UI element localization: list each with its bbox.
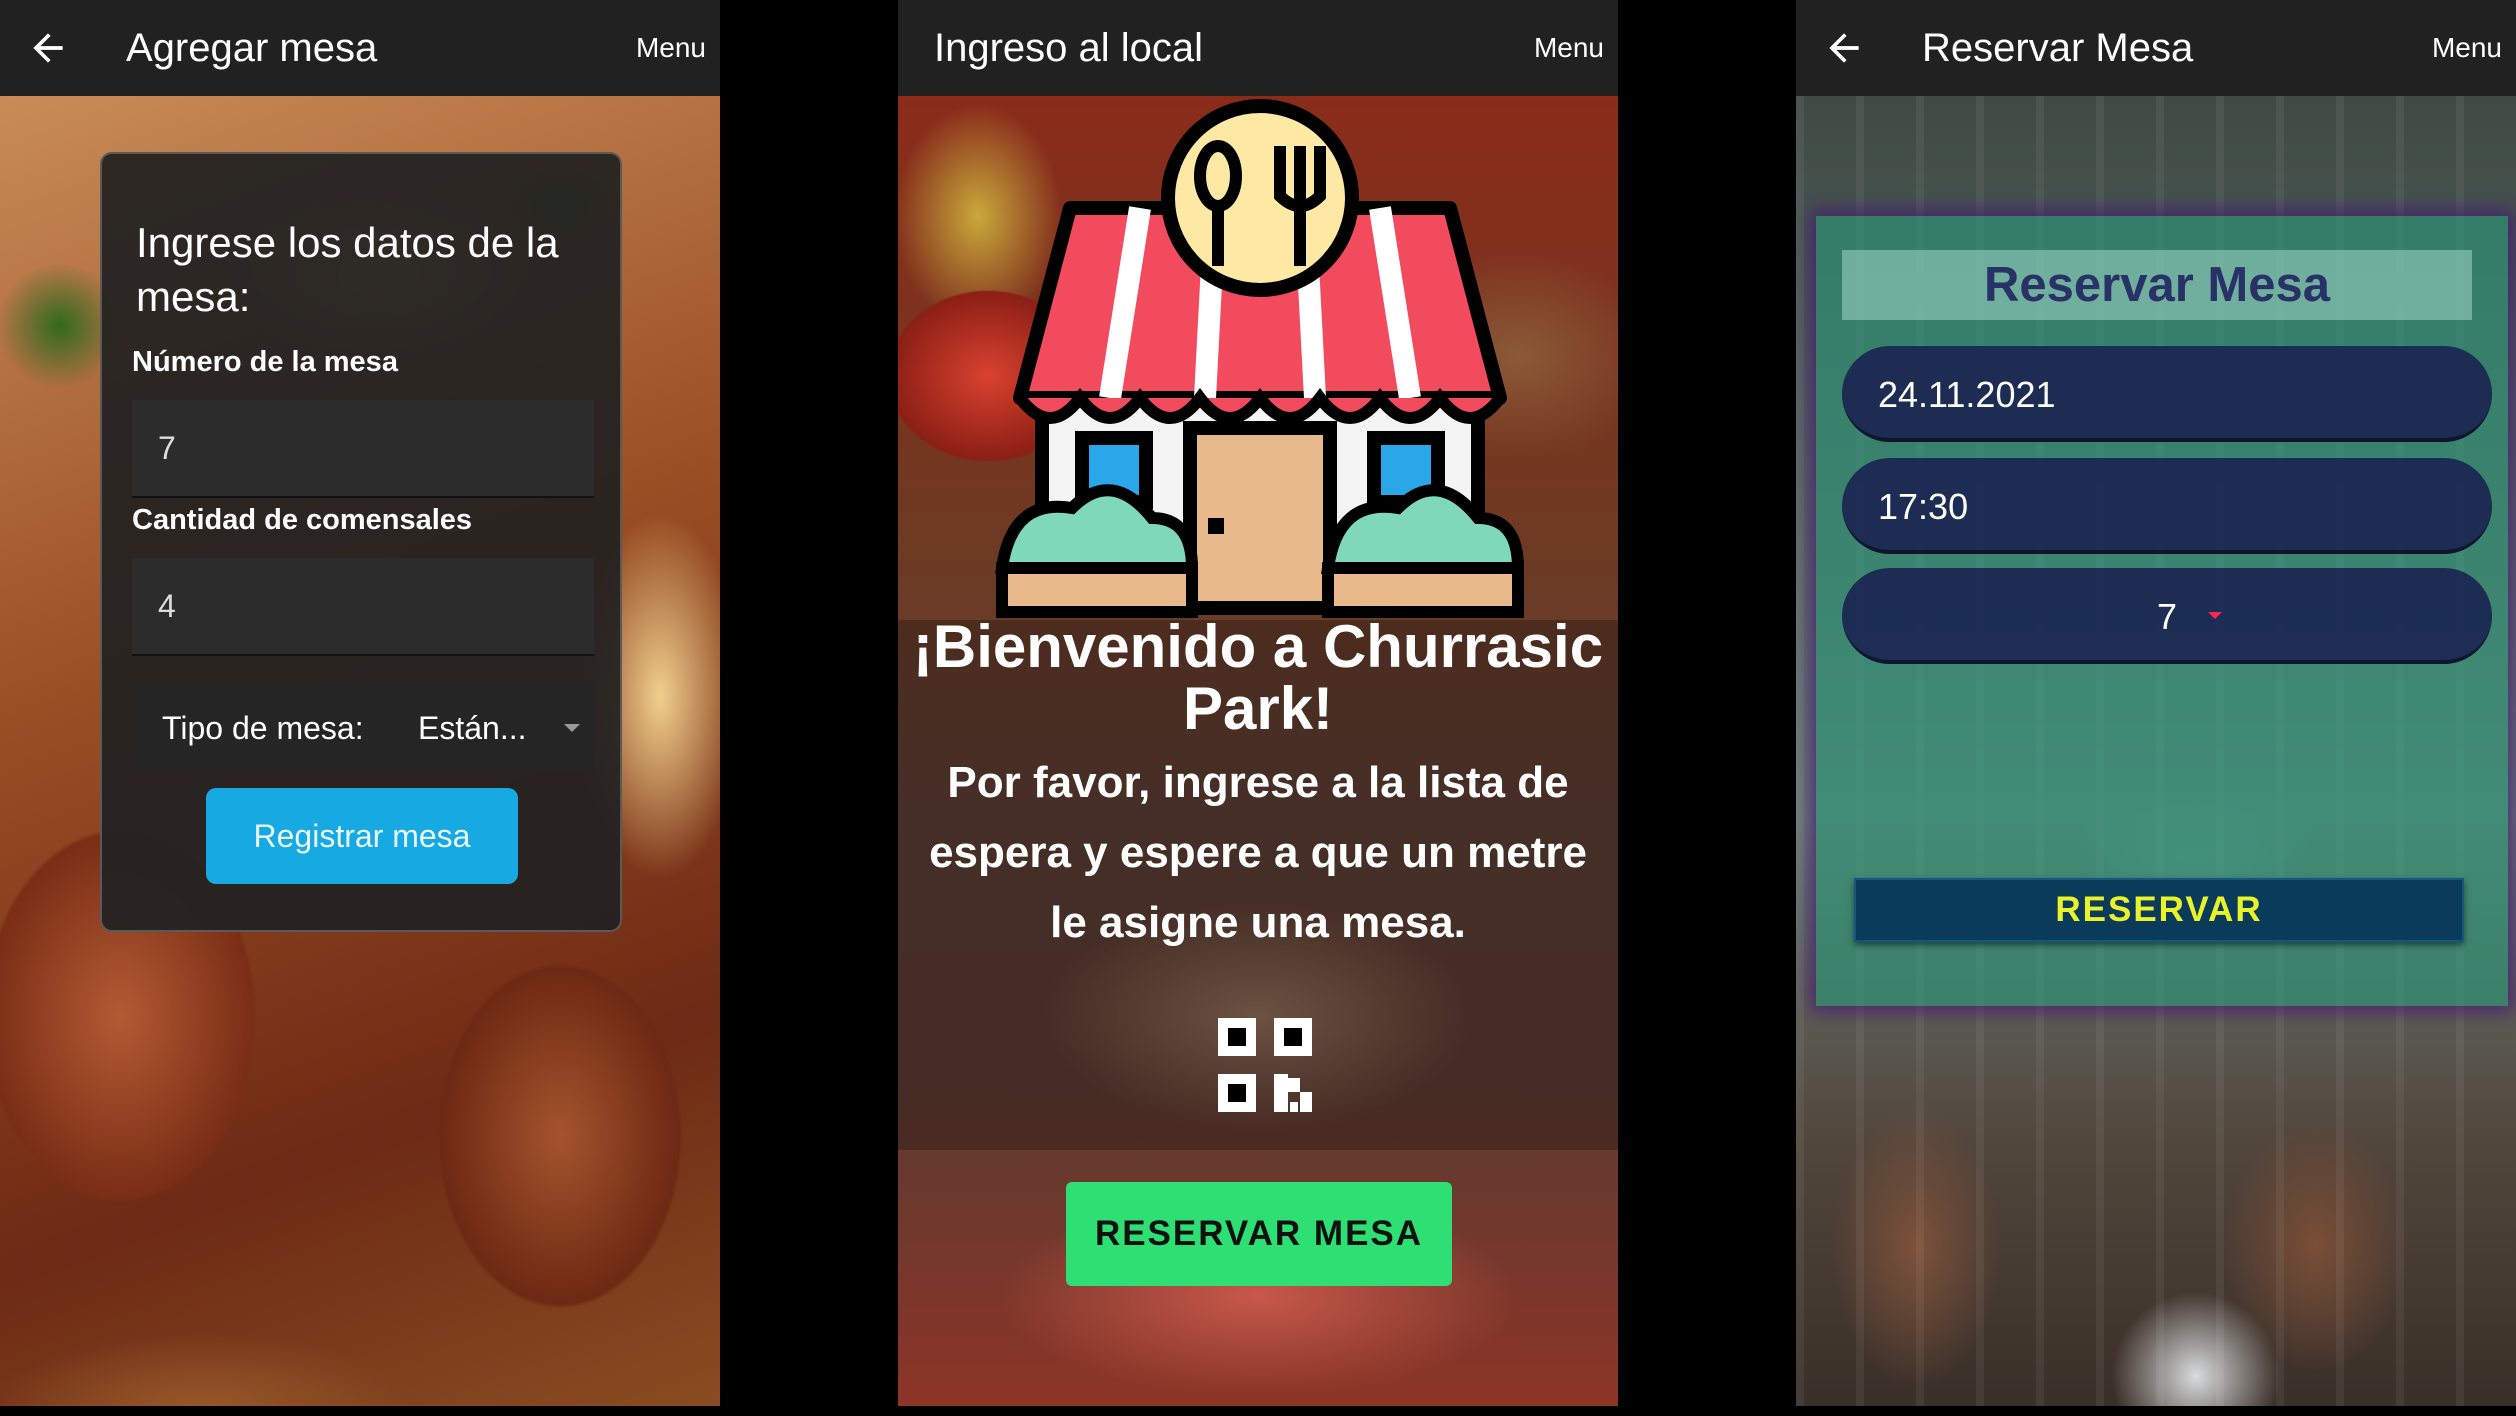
menu-button[interactable]: Menu [2432,30,2502,66]
numero-mesa-label: Número de la mesa [132,346,398,378]
date-value: 24.11.2021 [1878,374,2056,415]
table-number-value: 7 [2156,596,2178,637]
menu-button[interactable]: Menu [1534,30,1604,66]
dropdown-caret-icon [564,724,580,732]
date-field[interactable]: 24.11.2021 [1842,346,2492,442]
numero-mesa-value: 7 [158,430,176,466]
restaurant-shop-icon [995,99,1525,618]
form-heading: Ingrese los datos de la mesa: [136,219,559,320]
tipo-mesa-select[interactable]: Tipo de mesa: Están... [132,684,594,770]
table-select[interactable]: 7 [1842,568,2492,664]
registrar-mesa-button[interactable]: Registrar mesa [206,788,518,884]
reservar-button[interactable]: RESERVAR [1854,878,2464,942]
numero-mesa-field[interactable]: 7 [132,400,594,498]
reservation-panel: Reservar Mesa 24.11.2021 17:30 7 RESERVA… [1816,216,2508,1006]
page-title: Ingreso al local [934,26,1204,70]
app-bar: Reservar Mesa Menu [1796,0,2516,96]
qr-code-icon[interactable] [1216,1016,1316,1116]
page-title: Reservar Mesa [1922,26,2194,70]
time-value: 17:30 [1878,486,1969,527]
form-card: Ingrese los datos de la mesa: Número de … [100,152,622,932]
app-bar: Agregar mesa Menu [0,0,720,96]
welcome-heading: ¡Bienvenido a Churrasic Park! [912,613,1604,742]
tipo-mesa-value: Están... [418,710,527,746]
comensales-label: Cantidad de comensales [132,504,473,536]
comensales-field[interactable]: 4 [132,558,594,656]
app-bar: Ingreso al local Menu [898,0,1618,96]
waitlist-message: Por favor, ingrese a la lista de espera … [929,758,1587,947]
page-title: Agregar mesa [126,26,378,70]
screen-agregar-mesa: Agregar mesa Menu Ingrese los datos de l… [0,0,720,1406]
reservar-mesa-button[interactable]: RESERVAR MESA [1066,1182,1452,1286]
dropdown-caret-icon [2208,612,2222,619]
tipo-mesa-label: Tipo de mesa: [162,710,364,746]
time-field[interactable]: 17:30 [1842,458,2492,554]
comensales-value: 4 [158,588,176,624]
screen-reservar-mesa: Reservar Mesa Menu Reservar Mesa 24.11.2… [1796,0,2516,1406]
menu-button[interactable]: Menu [636,30,706,66]
arrow-left-icon[interactable] [26,26,70,70]
panel-title: Reservar Mesa [1842,250,2472,320]
arrow-left-icon[interactable] [1822,26,1866,70]
screen-ingreso-local: Ingreso al local Menu ¡Bienvenido a Chur… [898,0,1618,1406]
